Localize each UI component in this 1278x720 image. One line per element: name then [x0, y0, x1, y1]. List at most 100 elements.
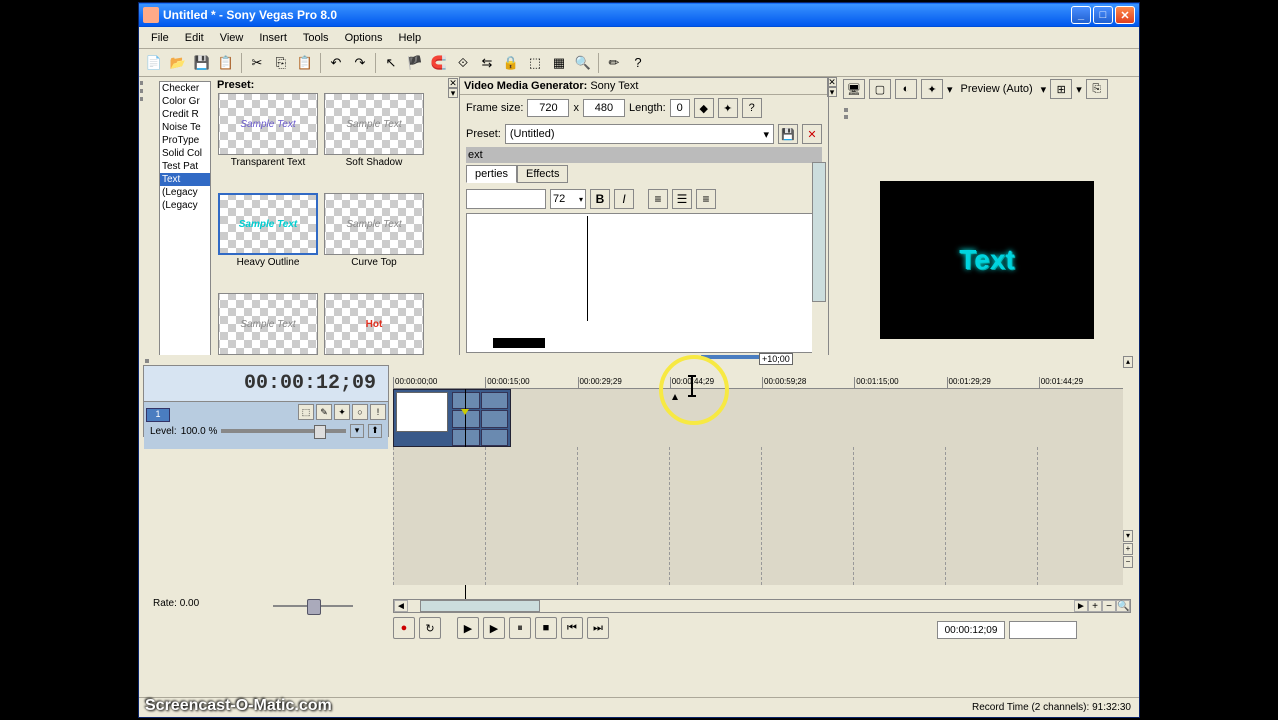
scroll-right-icon[interactable]: ► — [1074, 600, 1088, 612]
height-input[interactable] — [583, 99, 625, 117]
ignore-icon[interactable]: ⬚ — [524, 52, 546, 74]
preview-quality-dropdown[interactable]: Preview (Auto) — [957, 83, 1037, 95]
track-fx-icon[interactable]: ✦ — [334, 404, 350, 420]
zoom-in-v[interactable]: + — [1123, 543, 1133, 555]
redo-icon[interactable]: ↷ — [349, 52, 371, 74]
menu-help[interactable]: Help — [390, 30, 429, 46]
menu-file[interactable]: File — [143, 30, 177, 46]
paste-icon[interactable]: 📋 — [294, 52, 316, 74]
what-icon[interactable]: ✏ — [603, 52, 625, 74]
loop-region[interactable] — [701, 355, 759, 359]
level-slider[interactable] — [221, 429, 346, 433]
cut-icon[interactable]: ✂ — [246, 52, 268, 74]
titlebar[interactable]: Untitled * - Sony Vegas Pro 8.0 _ □ ✕ — [139, 3, 1139, 27]
video-clip[interactable] — [393, 389, 511, 447]
properties-icon[interactable]: 📋 — [215, 52, 237, 74]
menu-edit[interactable]: Edit — [177, 30, 212, 46]
list-item[interactable]: (Legacy — [160, 199, 210, 212]
zoom-out-v[interactable]: − — [1123, 556, 1133, 568]
timeline-horizontal-scrollbar[interactable]: ◄ ► + − 🔍 — [393, 599, 1131, 613]
play-start-button[interactable]: ▶ — [457, 617, 479, 639]
loop-button[interactable]: ↻ — [419, 617, 441, 639]
italic-button[interactable]: I — [614, 189, 634, 209]
list-item[interactable]: ProType — [160, 134, 210, 147]
timeline-empty-area[interactable] — [393, 447, 1131, 585]
list-item[interactable]: Solid Col — [160, 147, 210, 160]
zoom-in-icon[interactable]: + — [1088, 600, 1102, 612]
align-center-icon[interactable]: ☰ — [672, 189, 692, 209]
copy-snapshot-icon[interactable]: ⎘ — [1086, 79, 1108, 99]
go-end-button[interactable]: ⏭ — [587, 617, 609, 639]
tab-properties[interactable]: perties — [466, 165, 517, 183]
preset-thumb[interactable]: Hot — [324, 293, 424, 355]
selection-end-display[interactable] — [1009, 621, 1077, 639]
menu-tools[interactable]: Tools — [295, 30, 337, 46]
length-input[interactable] — [670, 99, 690, 117]
timeline-ruler[interactable]: +10;00 00:00:00;00 00:00:15;00 00:00:29;… — [393, 355, 1131, 447]
generator-list[interactable]: Checker Color Gr Credit R Noise Te ProTy… — [159, 81, 211, 381]
keyframe-icon[interactable]: ◆ — [694, 98, 714, 118]
overlays-icon[interactable]: ⊞ — [1050, 79, 1072, 99]
bypass-fx-icon[interactable]: ⬚ — [298, 404, 314, 420]
undo-icon[interactable]: ↶ — [325, 52, 347, 74]
help-icon[interactable]: ? — [627, 52, 649, 74]
preset-thumb-selected[interactable]: Sample Text — [218, 193, 318, 255]
go-start-button[interactable]: ⏮ — [561, 617, 583, 639]
close-button[interactable]: ✕ — [1115, 6, 1135, 24]
zoom-out-icon[interactable]: − — [1102, 600, 1116, 612]
lock-icon[interactable]: 🔒 — [500, 52, 522, 74]
external-monitor-icon[interactable]: 🖥 — [843, 79, 865, 99]
list-item[interactable]: Test Pat — [160, 160, 210, 173]
snap-icon[interactable]: 🧲 — [428, 52, 450, 74]
panel-close-icon[interactable]: ✕ — [827, 77, 837, 87]
preset-thumb[interactable]: Sample Text — [324, 193, 424, 255]
text-editor[interactable] — [466, 213, 822, 353]
composite-icon[interactable]: ▾ — [350, 424, 364, 438]
list-item[interactable]: (Legacy — [160, 186, 210, 199]
marker-icon[interactable]: 🏴 — [404, 52, 426, 74]
apply-icon[interactable]: ✦ — [718, 98, 738, 118]
track-number[interactable]: 1 — [146, 408, 170, 422]
menu-options[interactable]: Options — [337, 30, 391, 46]
menu-insert[interactable]: Insert — [251, 30, 295, 46]
align-right-icon[interactable]: ≡ — [696, 189, 716, 209]
automation-icon[interactable]: ✎ — [316, 404, 332, 420]
pause-button[interactable]: ⏸ — [509, 617, 531, 639]
preset-thumb[interactable]: Sample Text — [218, 293, 318, 355]
preset-thumb[interactable]: Sample Text — [218, 93, 318, 155]
font-size-dropdown[interactable]: 72▾ — [550, 189, 586, 209]
track-header[interactable]: 1 ⬚ ✎ ✦ ○ ! Level: 100.0 % ▾ ⬆ — [144, 401, 388, 449]
list-item[interactable]: Color Gr — [160, 95, 210, 108]
new-icon[interactable]: 📄 — [143, 52, 165, 74]
arrow-tool-icon[interactable]: ↖ — [380, 52, 402, 74]
panel-dropdown-icon[interactable]: ▾ — [448, 88, 458, 98]
open-icon[interactable]: 📂 — [167, 52, 189, 74]
normal-edit-icon[interactable]: ▦ — [548, 52, 570, 74]
font-dropdown[interactable] — [466, 189, 546, 209]
copy-icon[interactable]: ⎘ — [270, 52, 292, 74]
vscroll-up[interactable]: ▴ — [1123, 356, 1133, 368]
fx-icon[interactable]: ✦ — [921, 79, 943, 99]
vscroll-down[interactable]: ▾ — [1123, 530, 1133, 542]
bold-button[interactable]: B — [590, 189, 610, 209]
panel-dropdown-icon[interactable]: ▾ — [827, 87, 837, 97]
scroll-left-icon[interactable]: ◄ — [394, 600, 408, 612]
zoom-icon[interactable]: 🔍 — [572, 52, 594, 74]
solo-icon[interactable]: ! — [370, 404, 386, 420]
list-item[interactable]: Credit R — [160, 108, 210, 121]
preset-scrollbar[interactable] — [429, 95, 445, 385]
split-screen-icon[interactable]: ◐ — [895, 79, 917, 99]
menu-view[interactable]: View — [212, 30, 252, 46]
save-icon[interactable]: 💾 — [191, 52, 213, 74]
auto-crossfade-icon[interactable]: ⟐ — [452, 52, 474, 74]
width-input[interactable] — [527, 99, 569, 117]
tab-effects[interactable]: Effects — [517, 165, 568, 183]
scroll-thumb[interactable] — [420, 600, 540, 612]
delete-preset-icon[interactable]: ✕ — [802, 124, 822, 144]
timecode-display[interactable]: 00:00:12;09 — [144, 366, 388, 401]
record-button[interactable]: ● — [393, 617, 415, 639]
preview-mode-icon[interactable]: ▢ — [869, 79, 891, 99]
save-preset-icon[interactable]: 💾 — [778, 124, 798, 144]
stop-button[interactable]: ■ — [535, 617, 557, 639]
play-button[interactable]: ▶ — [483, 617, 505, 639]
